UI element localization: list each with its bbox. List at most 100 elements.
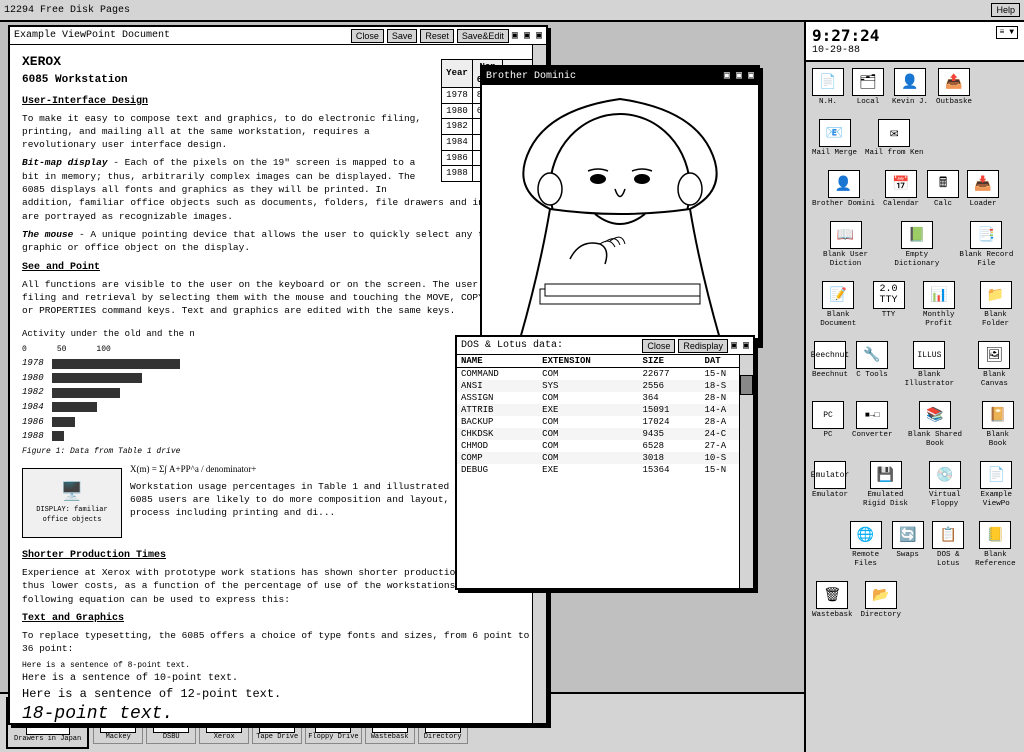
loader-icon-img: 📥 — [967, 170, 999, 198]
help-button[interactable]: Help — [991, 3, 1020, 17]
blank-canvas-img: 🖼 — [978, 341, 1010, 369]
nh-icon-img: 📄 — [812, 68, 844, 96]
dos-scrollbar-v[interactable] — [739, 355, 753, 588]
reset-button[interactable]: Reset — [420, 29, 454, 43]
icon-empty-dict[interactable]: 📗 Empty Dictionary — [884, 217, 950, 273]
dsbu-label: DSBU — [163, 733, 180, 741]
close-button[interactable]: Close — [351, 29, 384, 43]
text-graphics-title: Text and Graphics — [22, 612, 534, 626]
calendar-label: Calendar — [883, 200, 919, 209]
icon-kevin[interactable]: 👤 Kevin J. — [889, 64, 931, 111]
local-label: Local — [857, 98, 880, 107]
size12-text: Here is a sentence of 12-point text. — [22, 686, 534, 703]
icon-shared-book[interactable]: 📚 Blank Shared Book — [898, 397, 973, 453]
remote-files-label: Remote Files — [847, 551, 883, 569]
remote-icon-row: 🌐 Remote Files 🔄 Swaps 📋 DOS & Lotus 📒 B… — [806, 515, 1024, 575]
outbasket-label: Outbaske — [936, 98, 972, 107]
wastebask-right-img: 🗑 — [816, 581, 848, 609]
calc-label: Calc — [934, 200, 952, 209]
floppy-drive-label: Floppy Drive — [308, 733, 358, 741]
directory-taskbar-label: Directory — [424, 733, 462, 741]
icon-blank-user-dict[interactable]: 📖 Blank User Diction — [809, 217, 882, 273]
dos-window-title: DOS & Lotus data: — [461, 340, 563, 351]
icon-monthly-profit[interactable]: 📊 Monthly Profit — [910, 277, 969, 333]
icon-blank-ref[interactable]: 📒 Blank Reference — [970, 517, 1021, 573]
pc-img: PC — [812, 401, 844, 429]
icon-calc[interactable]: 🖩 Calc — [924, 166, 962, 213]
ctools-img: 🔧 — [856, 341, 888, 369]
mail-icon-row: 📧 Mail Merge ✉ Mail from Ken — [806, 113, 1024, 164]
doc-window-controls: Close Save Reset Save&Edit ▣ ▣ ▣ — [351, 29, 542, 43]
brother-dominic-cartoon — [490, 89, 750, 339]
workstation-icon: 🖥️ — [61, 481, 83, 506]
icon-tty[interactable]: 2.0 TTY TTY — [870, 277, 908, 333]
icon-swaps[interactable]: 🔄 Swaps — [889, 517, 927, 573]
tools-icon-row: Beechnut Beechnut 🔧 C Tools ILLUS Blank … — [806, 335, 1024, 395]
icon-blank-record[interactable]: 📑 Blank Record File — [952, 217, 1021, 273]
dict-icon-row: 📖 Blank User Diction 📗 Empty Dictionary … — [806, 215, 1024, 275]
icon-pc[interactable]: PC PC — [809, 397, 847, 453]
section1-p3-bold: The mouse — [22, 229, 73, 240]
clock-icon-1[interactable]: ≡ ▼ — [996, 26, 1018, 39]
icon-remote-files[interactable]: 🌐 Remote Files — [844, 517, 886, 573]
icon-mail-ken[interactable]: ✉ Mail from Ken — [862, 115, 927, 162]
icon-mail-merge[interactable]: 📧 Mail Merge — [809, 115, 860, 162]
dos-col-size: SIZE — [638, 355, 700, 368]
icon-beechnut[interactable]: Beechnut Beechnut — [809, 337, 851, 393]
rigid-disk-img: 💾 — [870, 461, 902, 489]
save-button[interactable]: Save — [387, 29, 418, 43]
directory-right-label: Directory — [861, 611, 902, 620]
local-icon-img: 🗂 — [852, 68, 884, 96]
icon-calendar[interactable]: 📅 Calendar — [880, 166, 922, 213]
blank-ref-img: 📒 — [979, 521, 1011, 549]
icon-dos-lotus[interactable]: 📋 DOS & Lotus — [929, 517, 968, 573]
icon-example-viewpo[interactable]: 📄 Example ViewPo — [972, 457, 1021, 513]
mail-ken-label: Mail from Ken — [865, 149, 924, 158]
blank-doc-label: Blank Document — [812, 311, 865, 329]
blank-book-label: Blank Book — [977, 431, 1018, 449]
dos-redisplay-button[interactable]: Redisplay — [678, 339, 728, 353]
mail-merge-label: Mail Merge — [812, 149, 857, 158]
icon-rigid-disk[interactable]: 💾 Emulated Rigid Disk — [853, 457, 918, 513]
icon-wastebask-right[interactable]: 🗑 Wastebask — [809, 577, 856, 624]
beechnut-label: Beechnut — [812, 371, 848, 380]
icon-blank-folder[interactable]: 📁 Blank Folder — [970, 277, 1021, 333]
doc-window-title: Example ViewPoint Document — [14, 30, 170, 41]
doc-title-bar: Example ViewPoint Document Close Save Re… — [10, 27, 546, 45]
clock-icons: ≡ ▼ — [996, 26, 1018, 39]
icon-local[interactable]: 🗂 Local — [849, 64, 887, 111]
icon-ctools[interactable]: 🔧 C Tools — [853, 337, 891, 393]
icon-nh[interactable]: 📄 N.H. — [809, 64, 847, 111]
tape-drive-label: Tape Drive — [256, 733, 298, 741]
icon-directory-right[interactable]: 📂 Directory — [858, 577, 905, 624]
icon-loader[interactable]: 📥 Loader — [964, 166, 1002, 213]
icon-virtual-floppy[interactable]: 💿 Virtual Floppy — [920, 457, 969, 513]
icon-brother[interactable]: 👤 Brother Domini — [809, 166, 878, 213]
icon-outbasket[interactable]: 📤 Outbaske — [933, 64, 975, 111]
table-header-year: Year — [442, 60, 473, 88]
cartoon-area — [482, 85, 758, 343]
icon-illustrator[interactable]: ILLUS Blank Illustrator — [893, 337, 966, 393]
workstation-label: DISPLAY: familiar office objects — [23, 506, 121, 526]
section2-p1: All functions are visible to the user on… — [22, 278, 534, 318]
dos-table-header-row: NAME EXTENSION SIZE DAT — [457, 355, 753, 368]
brother-title-bar: Brother Dominic ▣ ▣ ▣ — [482, 67, 758, 85]
dos-table-row: BACKUPCOM1702428-A — [457, 416, 753, 428]
icon-converter[interactable]: ■→□ Converter — [849, 397, 896, 453]
save-edit-button[interactable]: Save&Edit — [457, 29, 509, 43]
brother-window-title: Brother Dominic — [486, 71, 576, 82]
text-graphics-p1: To replace typesetting, the 6085 offers … — [22, 629, 534, 656]
kevin-label: Kevin J. — [892, 98, 928, 107]
icon-emulator[interactable]: Emulator Emulator — [809, 457, 851, 513]
converter-label: Converter — [852, 431, 893, 440]
spacer — [809, 517, 842, 573]
monthly-profit-img: 📊 — [923, 281, 955, 309]
icon-blank-book[interactable]: 📔 Blank Book — [974, 397, 1021, 453]
section1-p3: The mouse - A unique pointing device tha… — [22, 228, 534, 255]
icon-blank-doc[interactable]: 📝 Blank Document — [809, 277, 868, 333]
icon-blank-canvas[interactable]: 🖼 Blank Canvas — [968, 337, 1021, 393]
brother-controls: ▣ ▣ ▣ — [724, 70, 754, 82]
dos-close-button[interactable]: Close — [642, 339, 675, 353]
dos-col-ext: EXTENSION — [538, 355, 638, 368]
dos-scrollbar-thumb[interactable] — [740, 375, 753, 395]
